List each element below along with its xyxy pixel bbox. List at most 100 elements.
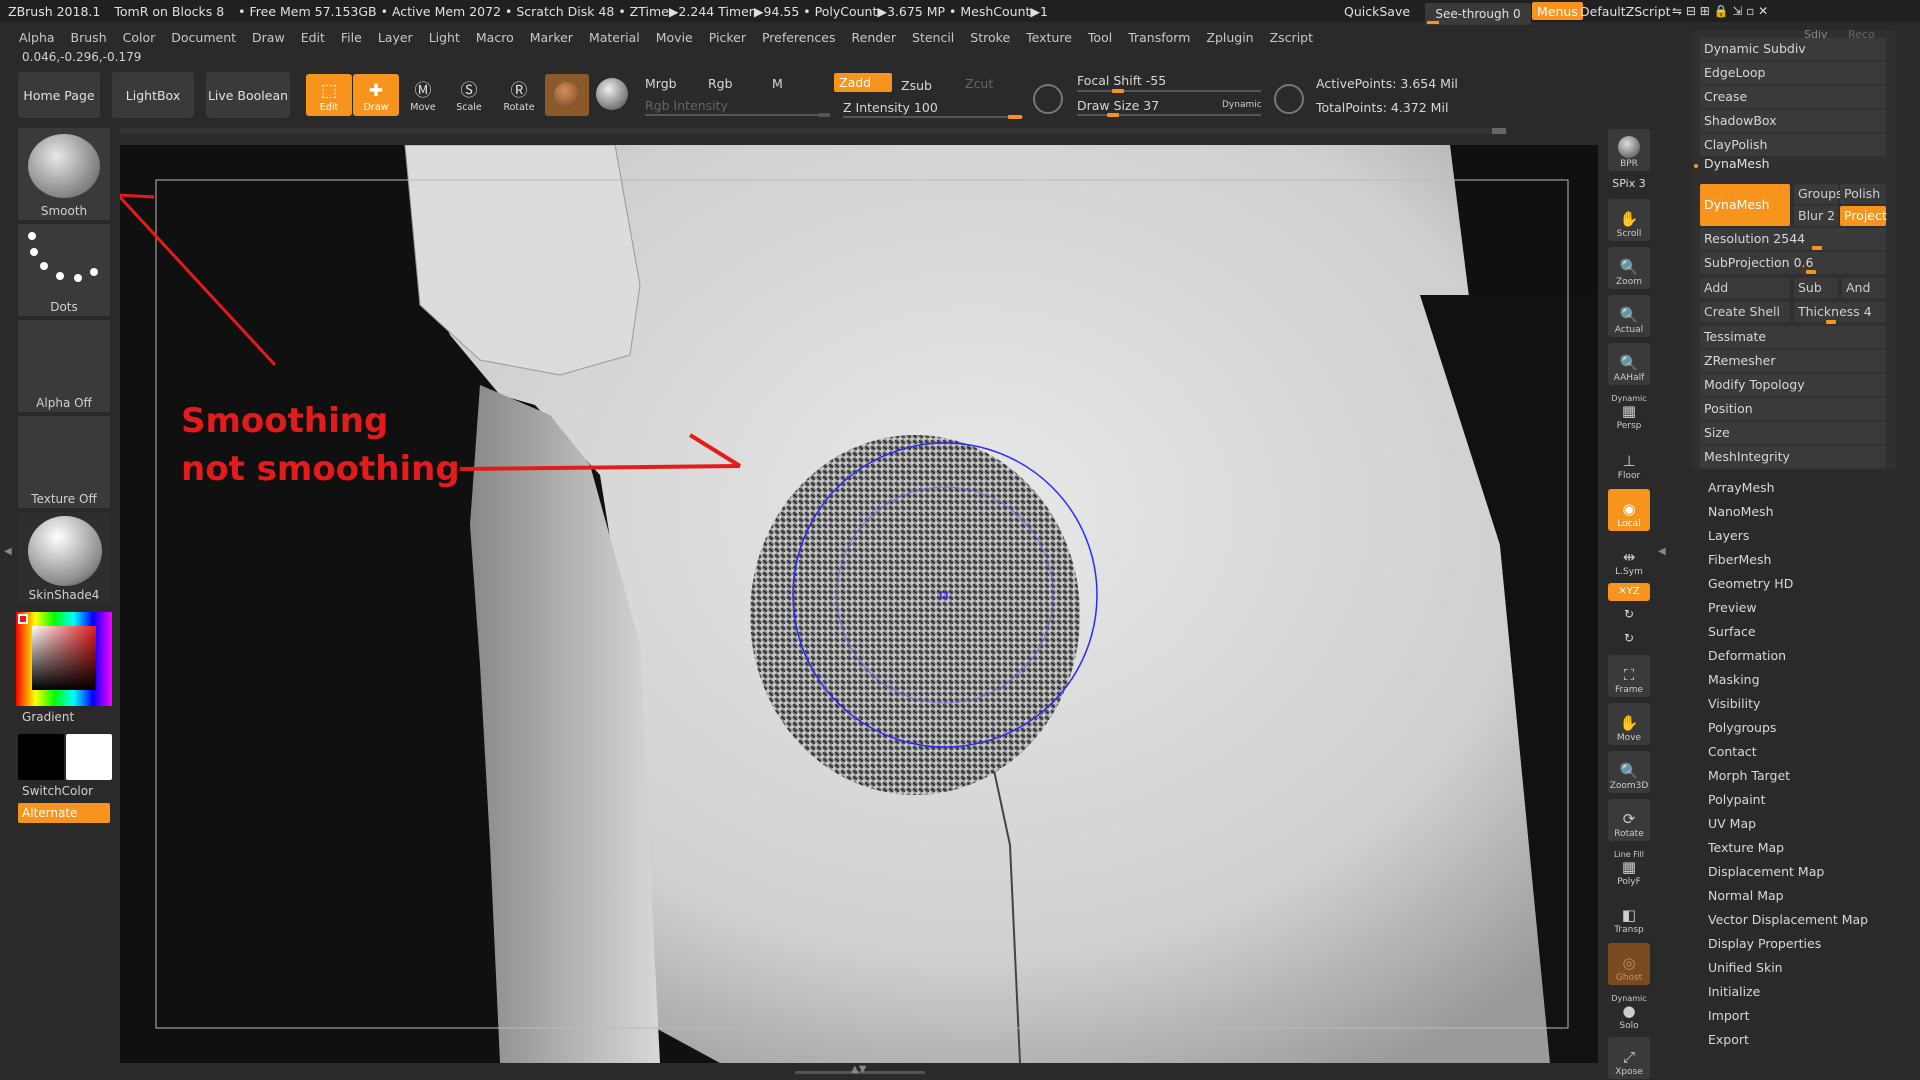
- dynamic-size-toggle[interactable]: Dynamic: [1222, 100, 1262, 110]
- bottom-tray-toggle[interactable]: ▲▼: [795, 1064, 925, 1076]
- position-item[interactable]: Position: [1700, 398, 1886, 420]
- shadowbox-item[interactable]: ShadowBox: [1700, 110, 1886, 132]
- rotate-view-button[interactable]: ⟳ Rotate: [1608, 799, 1650, 841]
- blur-slider[interactable]: Blur 2: [1794, 206, 1838, 226]
- add-button[interactable]: Add: [1700, 278, 1790, 298]
- groups-button[interactable]: Groups: [1794, 184, 1843, 204]
- menu-layer[interactable]: Layer: [378, 30, 413, 45]
- subpalette-fibermesh[interactable]: FiberMesh: [1708, 552, 1771, 567]
- edgeloop-item[interactable]: EdgeLoop: [1700, 62, 1886, 84]
- transp-button[interactable]: ◧ Transp: [1608, 895, 1650, 937]
- zoom3d-button[interactable]: 🔍 Zoom3D: [1608, 751, 1650, 793]
- sculpt-canvas[interactable]: [120, 145, 1598, 1063]
- menu-stencil[interactable]: Stencil: [912, 30, 954, 45]
- material-selector[interactable]: SkinShade4: [18, 512, 110, 604]
- spix-slider[interactable]: SPix 3: [1604, 177, 1654, 190]
- mrgb-button[interactable]: Mrgb: [645, 76, 677, 91]
- menu-document[interactable]: Document: [171, 30, 236, 45]
- menu-edit[interactable]: Edit: [301, 30, 325, 45]
- menus-button[interactable]: Menus: [1532, 2, 1583, 20]
- right-panel-collapse-icon[interactable]: ◀: [1658, 546, 1666, 557]
- move-button[interactable]: Ⓜ Move: [400, 74, 446, 116]
- subpalette-layers[interactable]: Layers: [1708, 528, 1749, 543]
- menu-marker[interactable]: Marker: [530, 30, 573, 45]
- subpalette-uv-map[interactable]: UV Map: [1708, 816, 1756, 831]
- subprojection-slider[interactable]: SubProjection 0.6: [1700, 252, 1886, 274]
- ghost-button[interactable]: ◎ Ghost: [1608, 943, 1650, 985]
- color-picker[interactable]: [16, 612, 112, 706]
- subpalette-geometry-hd[interactable]: Geometry HD: [1708, 576, 1793, 591]
- sub-button[interactable]: Sub: [1794, 278, 1838, 298]
- left-panel-collapse-icon[interactable]: ◀: [4, 546, 12, 557]
- menu-draw[interactable]: Draw: [252, 30, 285, 45]
- menu-texture[interactable]: Texture: [1026, 30, 1072, 45]
- z-intensity-slider[interactable]: Z Intensity 100: [843, 100, 938, 115]
- local-button[interactable]: ◉ Local: [1608, 489, 1650, 531]
- actual-button[interactable]: 🔍 Actual: [1608, 295, 1650, 337]
- project-button[interactable]: Project: [1840, 206, 1887, 226]
- floor-button[interactable]: ⊥ Floor: [1608, 441, 1650, 483]
- lazy-mouse-icon[interactable]: [1274, 84, 1304, 114]
- primary-color-swatch[interactable]: [18, 734, 64, 780]
- subpalette-vector-displacement-map[interactable]: Vector Displacement Map: [1708, 912, 1868, 927]
- menu-macro[interactable]: Macro: [476, 30, 514, 45]
- and-button[interactable]: And: [1842, 278, 1886, 298]
- menu-stroke[interactable]: Stroke: [970, 30, 1010, 45]
- viewport-scroll-handle[interactable]: [1492, 128, 1506, 134]
- rotate-y-icon[interactable]: ↻: [1604, 607, 1654, 621]
- resolution-slider[interactable]: Resolution 2544: [1700, 228, 1886, 250]
- scroll-button[interactable]: ✋ Scroll: [1608, 199, 1650, 241]
- zsub-button[interactable]: Zsub: [901, 78, 932, 93]
- modify-topology-item[interactable]: Modify Topology: [1700, 374, 1886, 396]
- subpalette-preview[interactable]: Preview: [1708, 600, 1757, 615]
- zoom-button[interactable]: 🔍 Zoom: [1608, 247, 1650, 289]
- menu-picker[interactable]: Picker: [709, 30, 746, 45]
- dynamic-subdiv-item[interactable]: Dynamic Subdiv: [1700, 38, 1886, 60]
- subpalette-arraymesh[interactable]: ArrayMesh: [1708, 480, 1775, 495]
- zadd-button[interactable]: Zadd: [834, 73, 892, 92]
- subpalette-displacement-map[interactable]: Displacement Map: [1708, 864, 1824, 879]
- switchcolor-button[interactable]: SwitchColor: [22, 784, 93, 798]
- viewport-scroll-track[interactable]: [120, 128, 1506, 134]
- subpalette-nanomesh[interactable]: NanoMesh: [1708, 504, 1774, 519]
- menu-transform[interactable]: Transform: [1128, 30, 1190, 45]
- alternate-button[interactable]: Alternate: [18, 803, 110, 823]
- claypolish-item[interactable]: ClayPolish: [1700, 134, 1886, 156]
- see-through-slider[interactable]: See-through 0: [1425, 3, 1531, 25]
- subpalette-morph-target[interactable]: Morph Target: [1708, 768, 1790, 783]
- menu-zplugin[interactable]: Zplugin: [1206, 30, 1253, 45]
- material-swatch-button[interactable]: [545, 74, 589, 116]
- subpalette-texture-map[interactable]: Texture Map: [1708, 840, 1784, 855]
- menu-movie[interactable]: Movie: [656, 30, 693, 45]
- live-boolean-button[interactable]: Live Boolean: [206, 72, 290, 118]
- secondary-color-swatch[interactable]: [66, 734, 112, 780]
- m-button[interactable]: M: [772, 76, 783, 91]
- polyf-button[interactable]: Line Fill ▦ PolyF: [1608, 847, 1650, 889]
- menu-zscript[interactable]: Zscript: [1270, 30, 1313, 45]
- edit-button[interactable]: ⬚ Edit: [306, 74, 352, 116]
- subpalette-contact[interactable]: Contact: [1708, 744, 1757, 759]
- 3d-viewport[interactable]: Smoothing not smoothing: [120, 145, 1598, 1063]
- subpalette-import[interactable]: Import: [1708, 1008, 1750, 1023]
- tessimate-item[interactable]: Tessimate: [1700, 326, 1886, 348]
- draw-mode-sphere-icon[interactable]: [596, 78, 628, 110]
- subpalette-deformation[interactable]: Deformation: [1708, 648, 1786, 663]
- bpr-button[interactable]: BPR: [1608, 129, 1650, 171]
- menu-material[interactable]: Material: [589, 30, 640, 45]
- dynamesh-header[interactable]: DynaMesh: [1704, 156, 1770, 171]
- menu-preferences[interactable]: Preferences: [762, 30, 836, 45]
- draw-button[interactable]: ✚ Draw: [353, 74, 399, 116]
- solo-button[interactable]: Dynamic ● Solo: [1608, 991, 1650, 1033]
- persp-button[interactable]: Dynamic ▦ Persp: [1608, 391, 1650, 433]
- menu-render[interactable]: Render: [852, 30, 897, 45]
- window-controls[interactable]: ⇋ ⊟ ⊞ 🔒 ⇲ ▫ ✕: [1672, 0, 1768, 22]
- zcut-button[interactable]: Zcut: [965, 76, 993, 91]
- meshintegrity-item[interactable]: MeshIntegrity: [1700, 446, 1886, 468]
- polish-button[interactable]: Polish: [1840, 184, 1886, 204]
- move-view-button[interactable]: ✋ Move: [1608, 703, 1650, 745]
- focal-shift-slider[interactable]: Focal Shift -55: [1077, 73, 1166, 88]
- menu-color[interactable]: Color: [123, 30, 156, 45]
- subpalette-export[interactable]: Export: [1708, 1032, 1749, 1047]
- crease-item[interactable]: Crease: [1700, 86, 1886, 108]
- dynamesh-button[interactable]: DynaMesh: [1700, 184, 1790, 226]
